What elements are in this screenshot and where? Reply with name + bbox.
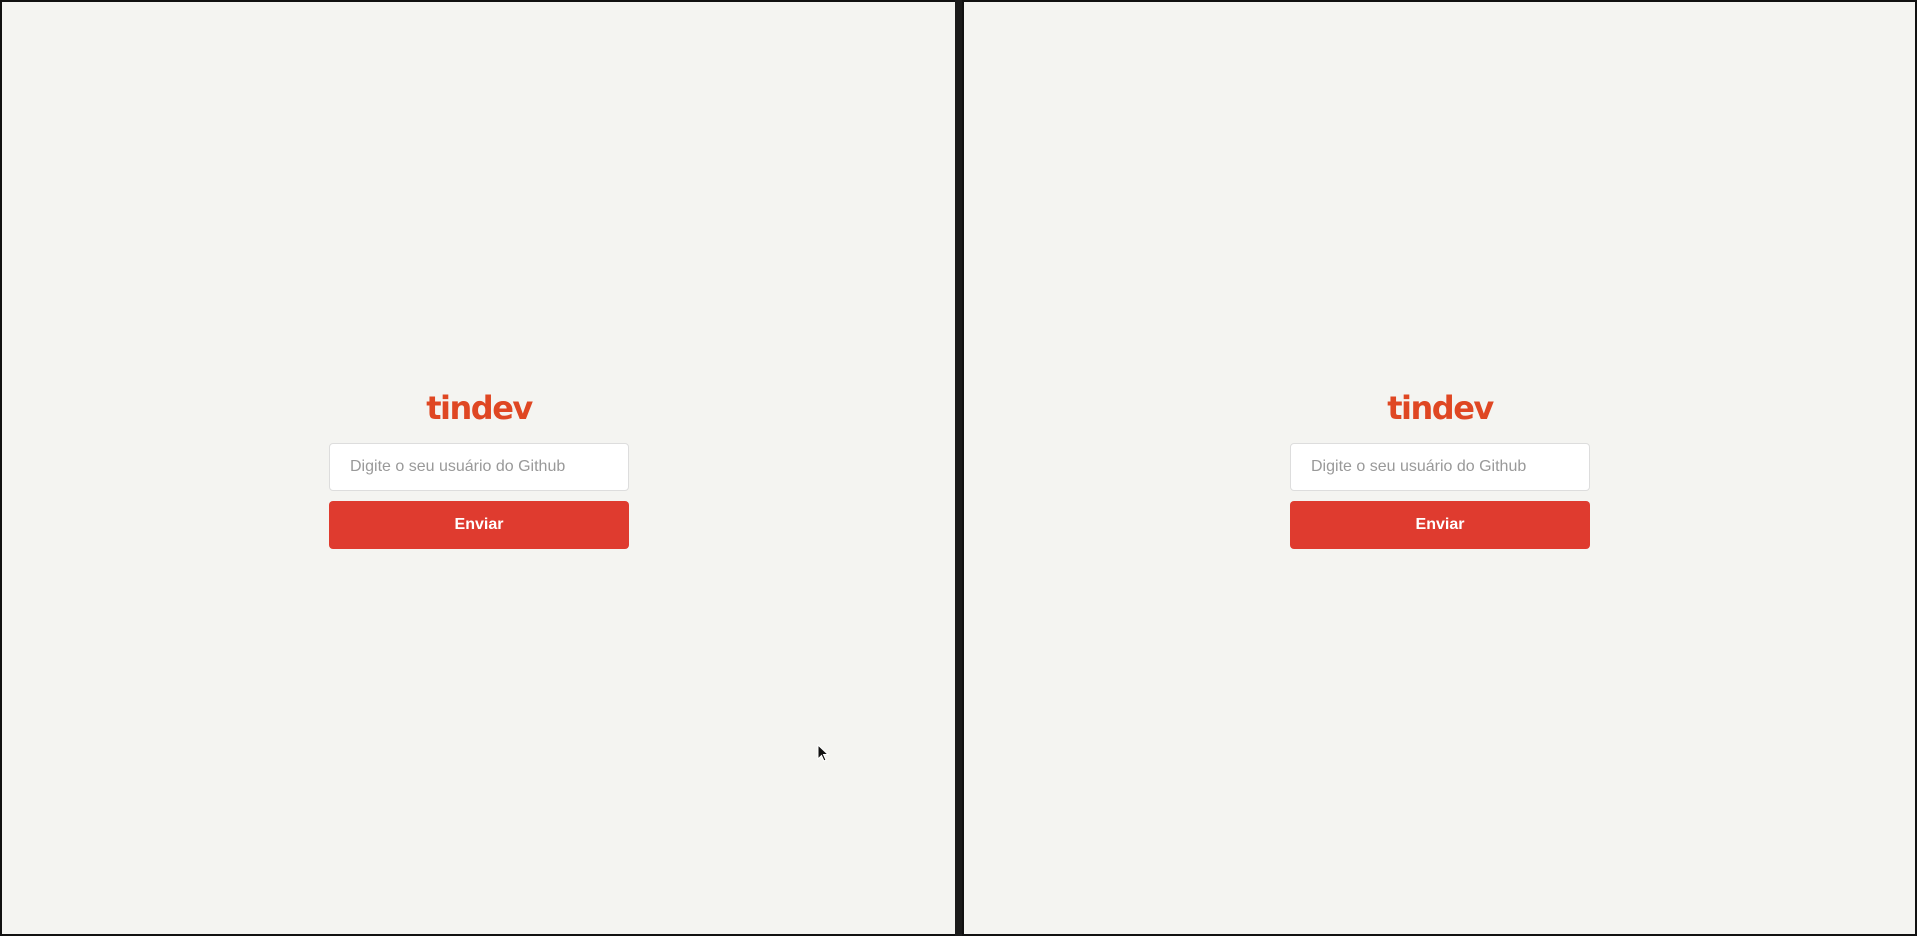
logo-text: tindev xyxy=(426,389,533,427)
tindev-logo: tindev xyxy=(426,389,533,427)
tindev-logo: tindev xyxy=(1387,389,1494,427)
submit-button[interactable]: Enviar xyxy=(329,501,629,549)
login-container: tindev Enviar xyxy=(329,390,629,549)
login-container: tindev Enviar xyxy=(1290,390,1590,549)
logo-text: tindev xyxy=(1387,389,1494,427)
submit-button[interactable]: Enviar xyxy=(1290,501,1590,549)
browser-window-right: tindev Enviar xyxy=(962,0,1917,936)
browser-window-left: tindev Enviar xyxy=(0,0,958,936)
github-username-input[interactable] xyxy=(1290,443,1590,491)
split-screen: tindev Enviar tindev Enviar xyxy=(0,0,1917,938)
github-username-input[interactable] xyxy=(329,443,629,491)
mouse-pointer-icon xyxy=(817,744,829,762)
